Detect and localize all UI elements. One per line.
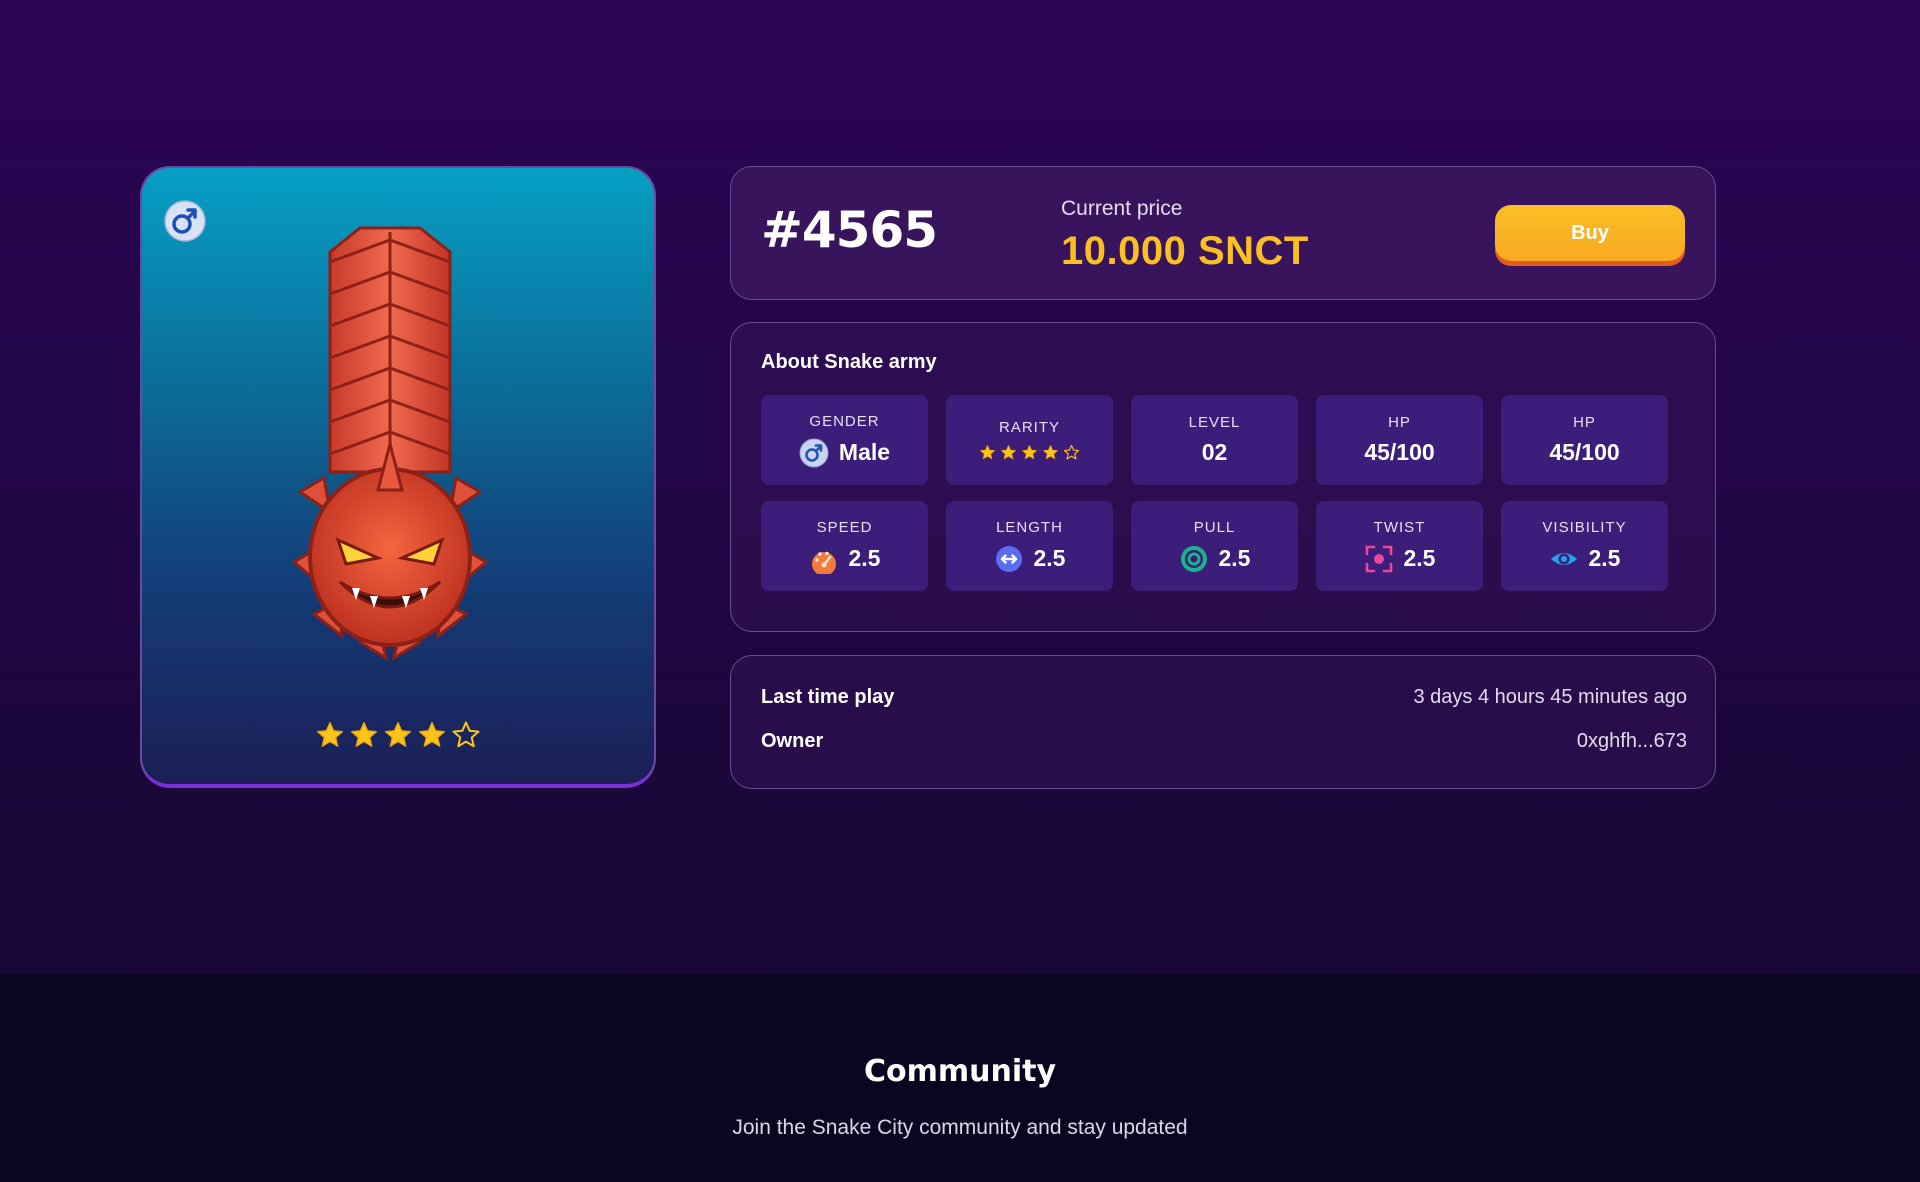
last-play-row: Last time play 3 days 4 hours 45 minutes… (761, 686, 1687, 709)
token-id: #4565 (761, 201, 938, 259)
stat-level: LEVEL 02 (1131, 395, 1298, 485)
stat-value: 2.5 (1218, 545, 1251, 571)
arrows-horizontal-icon (995, 545, 1022, 572)
owner-row: Owner 0xghfh...673 (761, 730, 1687, 753)
star-empty-icon (452, 721, 480, 748)
star-empty-icon (1063, 444, 1080, 460)
owner-address[interactable]: 0xghfh...673 (1577, 730, 1687, 753)
stat-pull: PULL 2.5 (1131, 501, 1298, 591)
stat-label: SPEED (816, 518, 873, 536)
community-footer: Community Join the Snake City community … (0, 974, 1920, 1182)
buy-button[interactable]: Buy (1495, 205, 1685, 261)
stat-value: 2.5 (848, 545, 881, 571)
last-play-value: 3 days 4 hours 45 minutes ago (1413, 686, 1687, 708)
owner-label: Owner (761, 730, 824, 752)
stat-speed: SPEED 2.5 (761, 501, 928, 591)
current-price-label: Current price (1061, 197, 1183, 220)
current-price-value: 10.000 SNCT (1061, 229, 1309, 273)
stat-value: 2.5 (1403, 545, 1436, 571)
star-filled-icon (1022, 445, 1037, 460)
stat-visibility: VISIBILITY 2.5 (1501, 501, 1668, 591)
community-subtitle: Join the Snake City community and stay u… (732, 1116, 1188, 1139)
stat-label: HP (1388, 414, 1411, 431)
star-filled-icon (316, 721, 344, 747)
stat-label: LEVEL (1188, 414, 1241, 431)
about-panel: About Snake army GENDER Male RARITY LEVE… (730, 322, 1716, 632)
stat-label: PULL (1193, 518, 1236, 536)
stat-value: 45/100 (1364, 439, 1435, 465)
male-icon (799, 438, 829, 467)
snake-character-image (291, 226, 489, 662)
stat-hp-secondary: HP 45/100 (1501, 395, 1668, 485)
stat-label: RARITY (998, 419, 1060, 436)
star-filled-icon (418, 721, 446, 747)
star-filled-icon (384, 721, 412, 747)
stat-rarity: RARITY (946, 395, 1113, 485)
stat-label: GENDER (809, 412, 880, 430)
rarity-star-rating (979, 444, 1080, 461)
community-title: Community (863, 1054, 1057, 1089)
stat-grid: GENDER Male RARITY LEVEL 02 HP 45/100 HP… (761, 395, 1668, 591)
stat-hp: HP 45/100 (1316, 395, 1483, 485)
stat-label: LENGTH (996, 518, 1063, 536)
star-filled-icon (1001, 445, 1016, 460)
star-filled-icon (980, 445, 995, 460)
stat-label: VISIBILITY (1542, 518, 1627, 536)
stat-value: 02 (1201, 439, 1228, 465)
stat-value: Male (838, 439, 891, 465)
target-icon (1180, 545, 1207, 572)
info-panel: Last time play 3 days 4 hours 45 minutes… (730, 655, 1716, 789)
speedometer-icon (811, 551, 836, 574)
stat-gender: GENDER Male (761, 395, 928, 485)
stat-length: LENGTH 2.5 (946, 501, 1113, 591)
price-panel: #4565 Current price 10.000 SNCT Buy (730, 166, 1716, 300)
card-star-rating (142, 720, 654, 750)
snake-card (140, 166, 656, 788)
stat-value: 45/100 (1549, 439, 1620, 465)
last-play-label: Last time play (761, 686, 895, 708)
stat-label: HP (1573, 414, 1596, 431)
stat-label: TWIST (1373, 518, 1426, 536)
stat-twist: TWIST 2.5 (1316, 501, 1483, 591)
male-gender-icon (164, 200, 206, 242)
about-title: About Snake army (761, 351, 937, 373)
stat-value: 2.5 (1588, 545, 1621, 571)
star-filled-icon (1043, 445, 1058, 460)
stat-value: 2.5 (1033, 545, 1066, 571)
eye-icon (1550, 552, 1577, 565)
focus-frame-icon (1365, 545, 1392, 572)
star-filled-icon (350, 721, 378, 747)
